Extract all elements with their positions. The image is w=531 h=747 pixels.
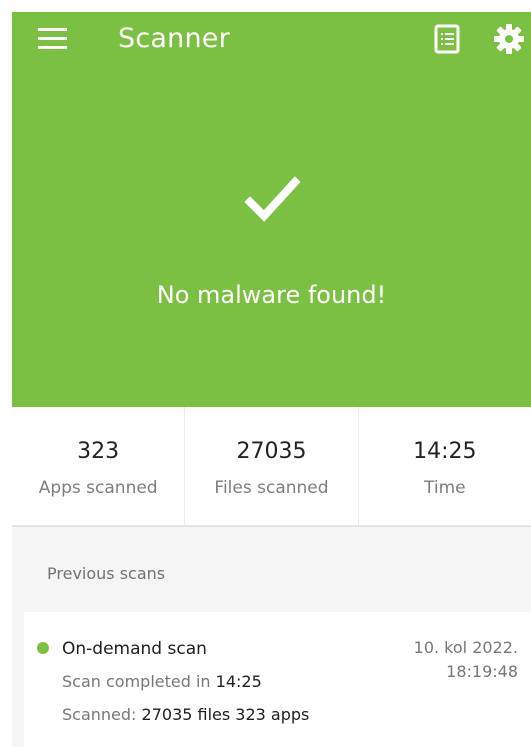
scan-time: 18:19:48 (446, 662, 518, 681)
scan-history-button[interactable] (433, 24, 463, 54)
apps-scanned-stat: 323 Apps scanned (12, 407, 184, 525)
previous-scan-item[interactable]: On-demand scan 10. kol 2022. 18:19:48 Sc… (24, 612, 531, 747)
green-dot-icon (37, 642, 49, 654)
scan-date-time: 10. kol 2022. 18:19:48 (358, 636, 518, 684)
scan-result-header: Scanner No malware found! (12, 12, 531, 407)
apps-scanned-label: Apps scanned (38, 478, 158, 498)
scan-summary-line: Scanned: 27035 files 323 apps (62, 703, 309, 727)
app-toolbar: Scanner (12, 12, 531, 68)
scanner-screen: Scanner No malware found! 323 Apps scann… (12, 12, 531, 747)
scan-time-value: 14:25 (413, 439, 477, 464)
scan-summary-prefix: Scanned: (62, 705, 137, 724)
checkmark-icon (244, 176, 300, 222)
files-scanned-stat: 27035 Files scanned (184, 407, 357, 525)
scan-time-label: Time (424, 478, 466, 498)
menu-button[interactable] (38, 27, 68, 51)
scan-status-message: No malware found! (156, 281, 387, 309)
settings-button[interactable] (494, 24, 524, 54)
scan-completion-time: 14:25 (215, 672, 262, 691)
scan-statistics: 323 Apps scanned 27035 Files scanned 14:… (12, 407, 531, 527)
files-scanned-value: 27035 (236, 439, 307, 464)
screen-title: Scanner (118, 23, 230, 54)
scan-completion-line: Scan completed in 14:25 (62, 670, 262, 694)
scan-time-stat: 14:25 Time (357, 407, 531, 525)
scan-type: On-demand scan (62, 639, 207, 659)
files-scanned-label: Files scanned (214, 478, 329, 498)
previous-scans-heading: Previous scans (47, 564, 166, 583)
menu-icon (38, 28, 67, 49)
scan-date: 10. kol 2022. (413, 638, 518, 657)
apps-scanned-value: 323 (77, 439, 120, 464)
scan-summary-value: 27035 files 323 apps (141, 705, 310, 724)
scan-completion-prefix: Scan completed in (62, 672, 211, 691)
scan-history-icon (434, 24, 460, 54)
gear-icon (494, 24, 524, 54)
